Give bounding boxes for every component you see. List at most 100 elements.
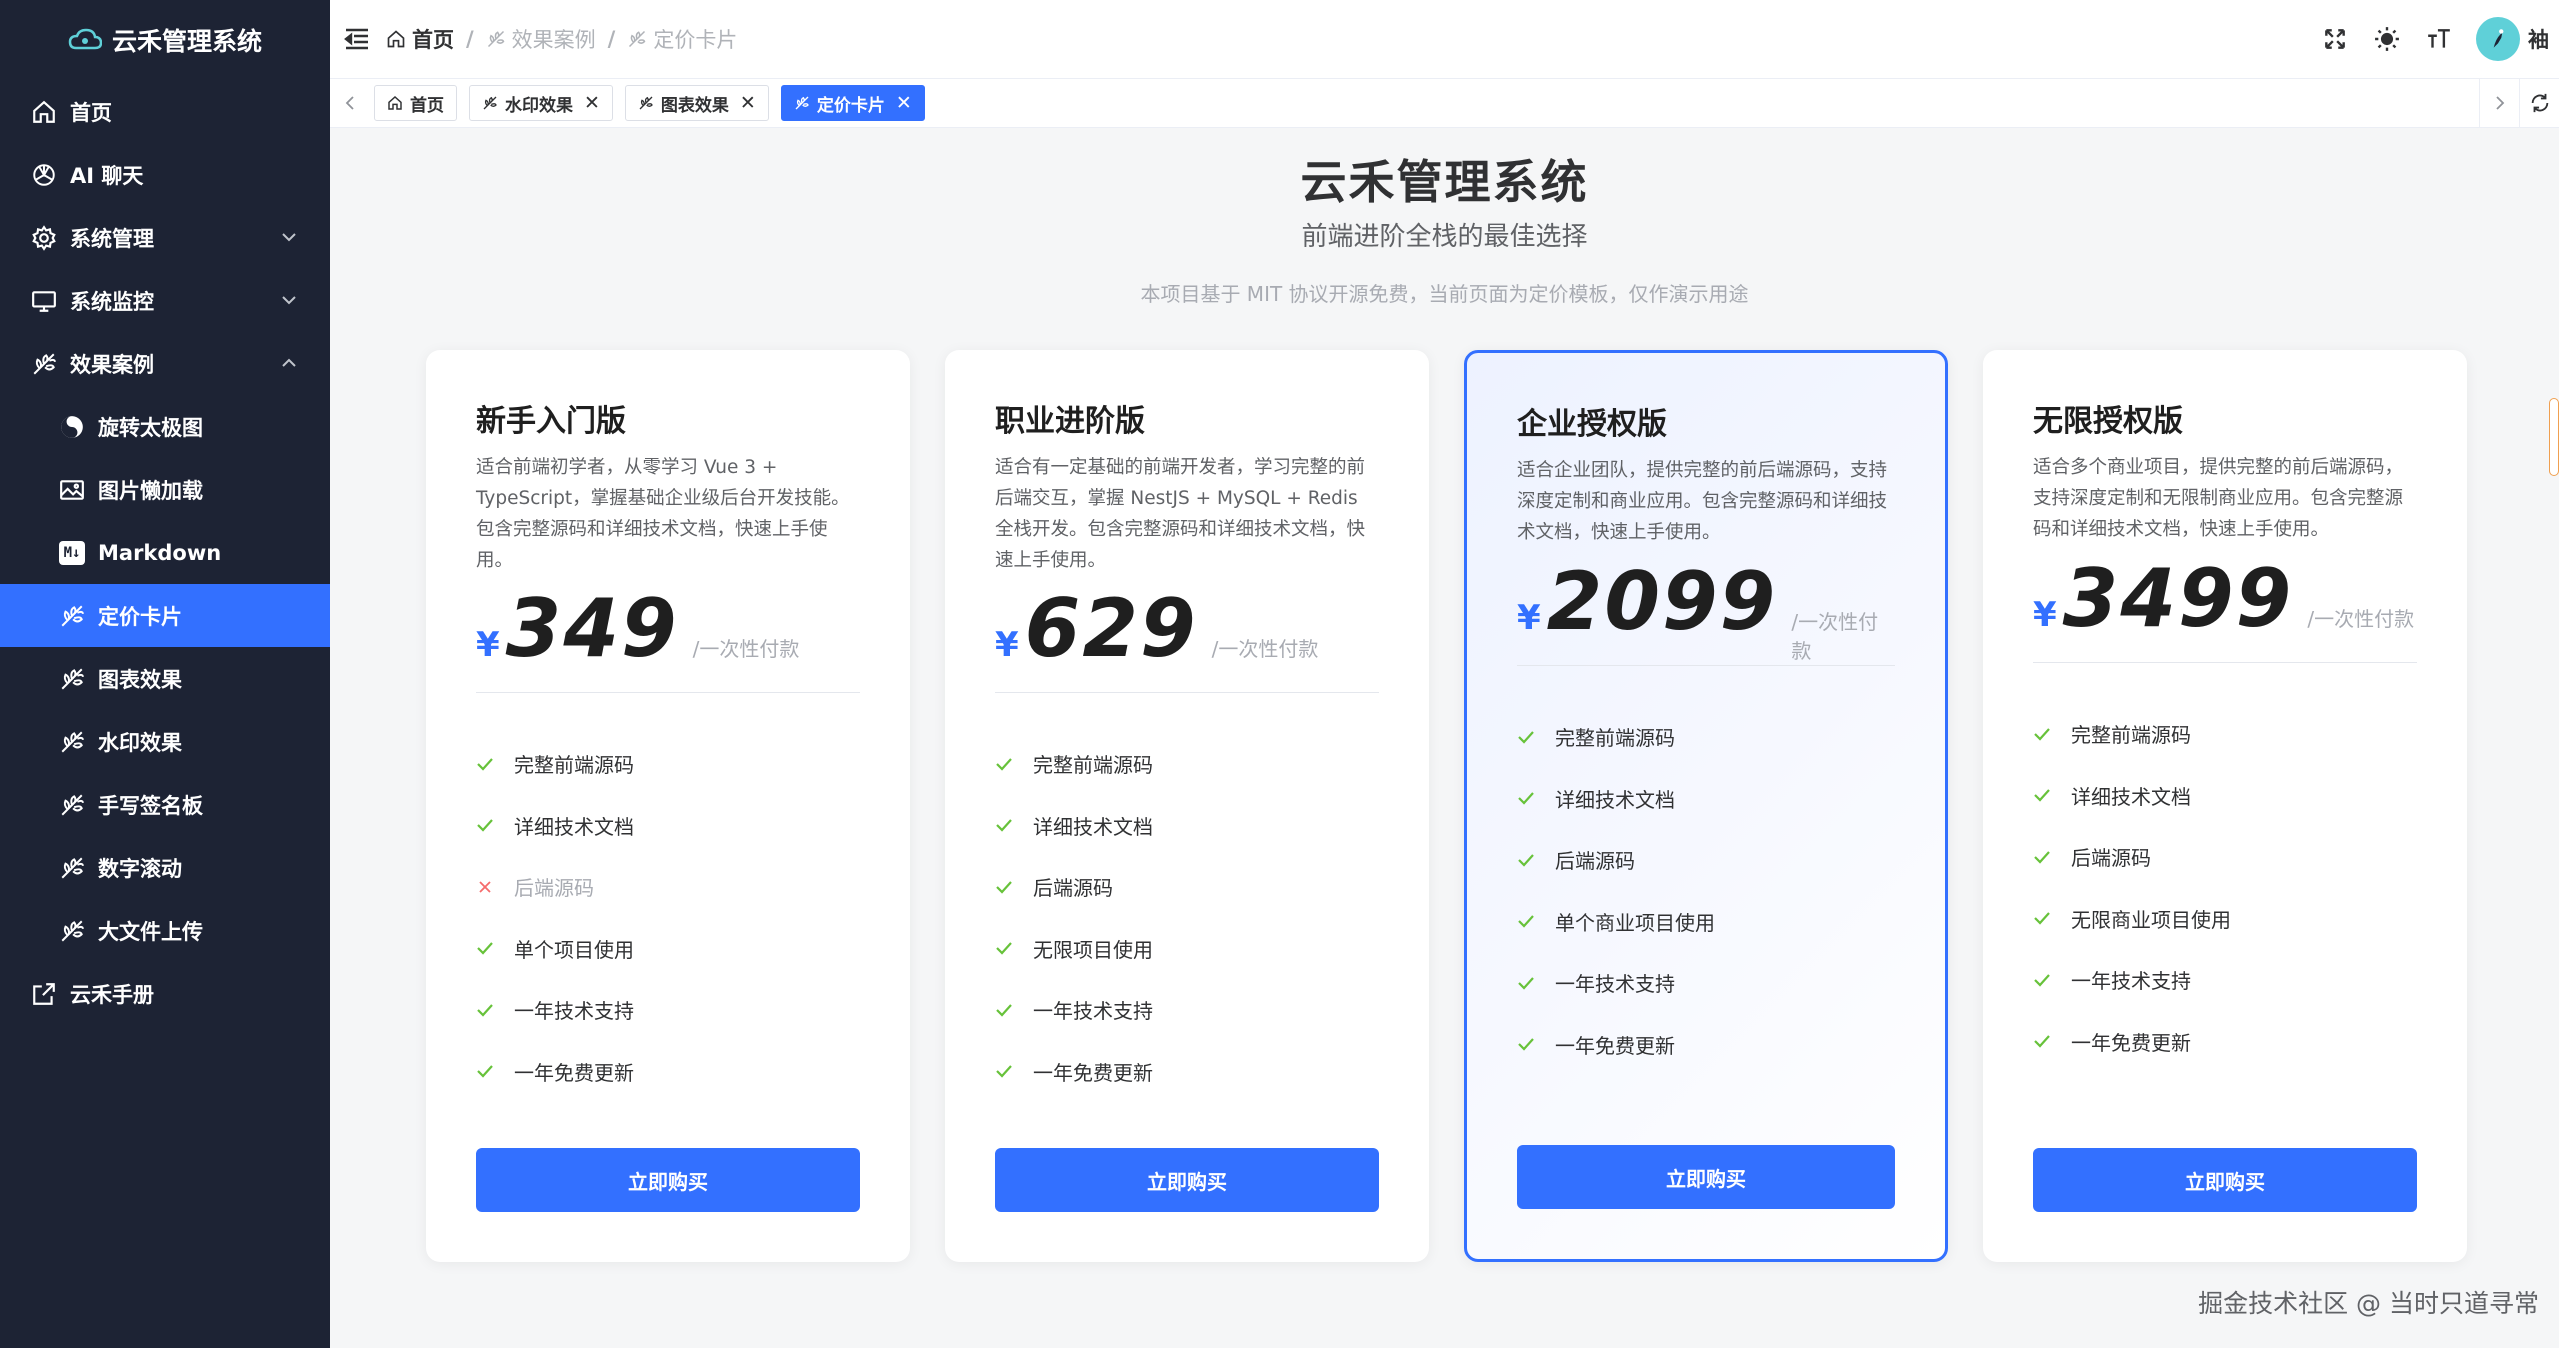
main-content: 云禾管理系统 前端进阶全栈的最佳选择 本项目基于 MIT 协议开源免费，当前页面…: [330, 128, 2559, 1348]
card-body: 无限授权版 适合多个商业项目，提供完整的前后端源码，支持深度定制和无限制商业应用。…: [2033, 396, 2417, 1072]
breadcrumb-label: 定价卡片: [653, 28, 738, 52]
sidebar-item-label: Markdown: [98, 540, 222, 565]
tab-chart-effect[interactable]: 图表效果 ✕: [624, 85, 769, 121]
plan-description: 适合前端初学者，从零学习 Vue 3 + TypeScript，掌握基础企业级后…: [476, 457, 850, 571]
font-size-icon[interactable]: [2424, 24, 2454, 54]
feature-text: 详细技术文档: [514, 814, 634, 839]
sidebar-item-chart-effect[interactable]: 图表效果: [0, 647, 330, 710]
close-icon[interactable]: ✕: [896, 92, 912, 114]
feature-text: 一年技术支持: [2071, 969, 2191, 994]
feature-list: 完整前端源码 详细技术文档 后端源码 无限商业项目使用 一年技术支持 一年免费更新: [2033, 703, 2417, 1072]
sidebar-item-label: 首页: [70, 100, 112, 125]
tab-pricing-card[interactable]: 定价卡片 ✕: [780, 85, 925, 121]
breadcrumb: 首页 / 效果案例 / 定价卡片: [386, 24, 737, 54]
plan-name: 职业进阶版: [995, 404, 1145, 439]
check-icon: [476, 816, 494, 834]
sidebar-item-home[interactable]: 首页: [0, 80, 330, 143]
tabs-scroll-left[interactable]: [330, 79, 370, 127]
plan-price: ¥2099/一次性付款: [1517, 555, 1895, 663]
plan-name: 企业授权版: [1517, 407, 1667, 442]
sidebar-item-label: 系统监控: [70, 289, 154, 314]
tab-watermark[interactable]: 水印效果 ✕: [469, 85, 613, 121]
feature-text: 一年技术支持: [1033, 999, 1153, 1024]
plan-description: 适合多个商业项目，提供完整的前后端源码，支持深度定制和无限制商业应用。包含完整源…: [2033, 457, 2404, 540]
currency-symbol: ¥: [2033, 595, 2057, 635]
refresh-button[interactable]: [2519, 79, 2559, 127]
price-amount: 349: [505, 582, 679, 675]
sidebar-item-watermark[interactable]: 水印效果: [0, 710, 330, 773]
scrollbar-thumb[interactable]: [2549, 398, 2559, 476]
image-icon: [58, 476, 86, 504]
tab-label: 图表效果: [660, 95, 729, 116]
sidebar-item-ai-chat[interactable]: AI 聊天: [0, 143, 330, 206]
page-title: 云禾管理系统: [1300, 155, 1589, 209]
check-icon: [1517, 1035, 1535, 1053]
feature-text: 后端源码: [2071, 846, 2151, 871]
feature-item: 一年技术支持: [2033, 949, 2417, 1011]
pricing-card: 无限授权版 适合多个商业项目，提供完整的前后端源码，支持深度定制和无限制商业应用。…: [1983, 350, 2467, 1262]
feature-text: 无限项目使用: [1033, 937, 1153, 962]
avatar[interactable]: [2476, 17, 2520, 61]
divider: [476, 692, 860, 693]
currency-symbol: ¥: [995, 625, 1019, 665]
currency-symbol: ¥: [476, 625, 500, 665]
breadcrumb-item-home[interactable]: 首页: [386, 24, 454, 54]
sidebar-item-system-monitor[interactable]: 系统监控: [0, 269, 330, 332]
fullscreen-icon[interactable]: [2320, 24, 2350, 54]
sidebar-item-label: AI 聊天: [70, 163, 144, 188]
check-icon: [995, 878, 1013, 896]
check-icon: [1517, 851, 1535, 869]
sidebar-item-signature[interactable]: 手写签名板: [0, 773, 330, 836]
buy-now-button[interactable]: 立即购买: [995, 1148, 1379, 1212]
feature-text: 完整前端源码: [2071, 723, 2191, 748]
check-icon: [2033, 848, 2051, 866]
feature-item: 完整前端源码: [995, 733, 1379, 795]
check-icon: [2033, 971, 2051, 989]
top-header: 首页 / 效果案例 / 定价卡片 袖: [330, 0, 2559, 78]
close-icon[interactable]: ✕: [584, 92, 600, 114]
price-unit: /一次性付款: [692, 637, 800, 661]
price-unit: /一次性付款: [1791, 610, 1879, 663]
sidebar-item-label: 定价卡片: [98, 604, 182, 629]
feature-text: 完整前端源码: [1033, 753, 1153, 778]
feature-text: 后端源码: [1555, 849, 1635, 874]
sidebar-item-markdown[interactable]: M↓ Markdown: [0, 521, 330, 584]
breadcrumb-label: 效果案例: [511, 28, 596, 52]
app-logo[interactable]: 云禾管理系统: [0, 0, 330, 80]
pricing-card: 职业进阶版 适合有一定基础的前端开发者，学习完整的前后端交互，掌握 NestJS …: [945, 350, 1429, 1262]
sidebar-item-system-management[interactable]: 系统管理: [0, 206, 330, 269]
tab-home[interactable]: 首页: [374, 85, 457, 121]
feature-item: 一年免费更新: [1517, 1014, 1895, 1076]
breadcrumb-separator: /: [607, 27, 616, 51]
card-body: 企业授权版 适合企业团队，提供完整的前后端源码，支持深度定制和商业应用。包含完整源…: [1517, 399, 1895, 1075]
tabs-right-controls: [2479, 79, 2559, 127]
sidebar-item-file-upload[interactable]: 大文件上传: [0, 899, 330, 962]
sidebar-item-label: 图片懒加载: [98, 478, 203, 503]
leaf-icon: [58, 791, 86, 819]
check-icon: [995, 816, 1013, 834]
sidebar-item-lazy-image[interactable]: 图片懒加载: [0, 458, 330, 521]
sidebar-item-effect-cases[interactable]: 效果案例: [0, 332, 330, 395]
sidebar-item-pricing-card[interactable]: 定价卡片: [0, 584, 330, 647]
divider: [2033, 662, 2417, 663]
sun-icon[interactable]: [2372, 24, 2402, 54]
feature-item: 详细技术文档: [1517, 768, 1895, 830]
buy-now-button[interactable]: 立即购买: [2033, 1148, 2417, 1212]
breadcrumb-item-effect-cases[interactable]: 效果案例: [486, 24, 596, 54]
close-icon[interactable]: ✕: [740, 92, 756, 114]
user-name[interactable]: 袖: [2528, 24, 2549, 54]
buy-now-button[interactable]: 立即购买: [476, 1148, 860, 1212]
sidebar-item-count-up[interactable]: 数字滚动: [0, 836, 330, 899]
check-icon: [1517, 912, 1535, 930]
sidebar-item-manual[interactable]: 云禾手册: [0, 962, 330, 1025]
buy-now-button[interactable]: 立即购买: [1517, 1145, 1895, 1209]
leaf-icon: [58, 728, 86, 756]
feature-text: 一年免费更新: [2071, 1030, 2191, 1055]
sidebar-item-label: 效果案例: [70, 352, 154, 377]
menu-fold-icon[interactable]: [342, 24, 372, 54]
pricing-card: 新手入门版 适合前端初学者，从零学习 Vue 3 + TypeScript，掌握基…: [426, 350, 910, 1262]
sidebar-item-taichi[interactable]: 旋转太极图: [0, 395, 330, 458]
feature-item: 完整前端源码: [2033, 703, 2417, 765]
tabs-scroll-right[interactable]: [2479, 79, 2519, 127]
page-note: 本项目基于 MIT 协议开源免费，当前页面为定价模板，仅作演示用途: [1140, 282, 1749, 306]
